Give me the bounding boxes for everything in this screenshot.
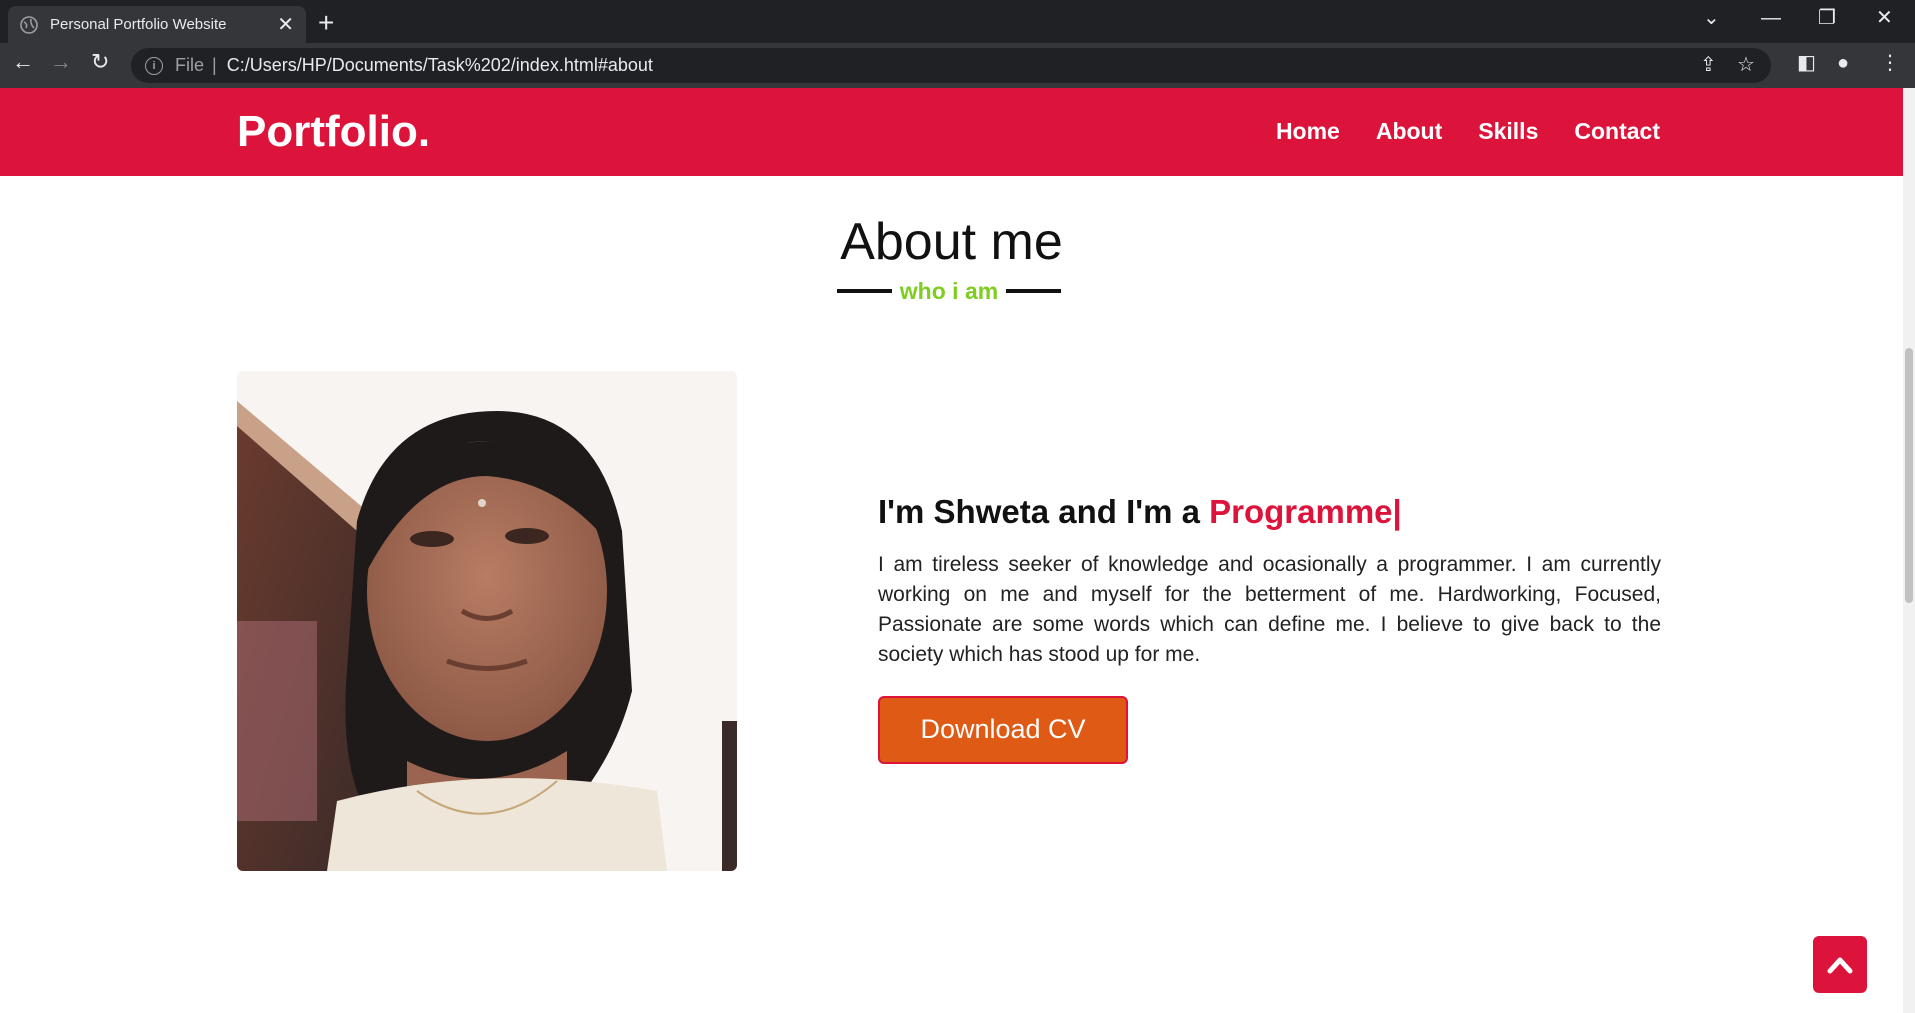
nav-about[interactable]: About — [1376, 118, 1442, 145]
site-navbar: Portfolio. Home About Skills Contact — [0, 88, 1903, 176]
section-title: About me — [840, 213, 1063, 271]
close-tab-icon[interactable]: ✕ — [277, 15, 294, 35]
heading-prefix: I'm Shweta and I'm a — [878, 493, 1210, 530]
bookmark-star-icon[interactable]: ☆ — [1737, 55, 1755, 75]
restore-icon[interactable]: ❐ — [1818, 8, 1836, 28]
nav-menu: Home About Skills Contact — [1276, 118, 1660, 145]
back-icon[interactable]: ← — [12, 51, 34, 73]
address-bar[interactable]: i File | C:/Users/HP/Documents/Task%202/… — [131, 48, 1771, 83]
close-window-icon[interactable]: ✕ — [1876, 8, 1893, 28]
scrollbar-thumb[interactable] — [1905, 348, 1913, 603]
page-viewport: Portfolio. Home About Skills Contact Abo… — [0, 88, 1903, 1013]
side-panel-icon[interactable]: ◧ — [1797, 53, 1816, 73]
browser-toolbar: ← → ↻ i File | C:/Users/HP/Documents/Tas… — [0, 43, 1915, 88]
profile-icon[interactable]: ● — [1837, 53, 1849, 73]
scroll-to-top-button[interactable] — [1813, 936, 1867, 993]
url-text[interactable]: C:/Users/HP/Documents/Task%202/index.htm… — [227, 55, 653, 76]
browser-tab[interactable]: Personal Portfolio Website ✕ — [8, 6, 306, 43]
download-cv-button[interactable]: Download CV — [878, 695, 1128, 764]
reload-icon[interactable]: ↻ — [91, 51, 109, 73]
chevron-up-icon — [1827, 957, 1853, 973]
share-icon[interactable]: ⇪ — [1700, 55, 1717, 75]
divider: | — [212, 55, 217, 75]
more-menu-icon[interactable]: ⋮ — [1880, 53, 1900, 73]
tab-search-icon[interactable]: ⌄ — [1703, 8, 1720, 28]
about-heading: I'm Shweta and I'm a Programme| — [878, 492, 1661, 532]
minimize-icon[interactable]: — — [1761, 8, 1781, 28]
nav-skills[interactable]: Skills — [1478, 118, 1538, 145]
browser-tab-strip: Personal Portfolio Website ✕ + ⌄ — ❐ ✕ — [0, 0, 1915, 43]
page-scrollbar[interactable] — [1903, 88, 1915, 1013]
new-tab-icon[interactable]: + — [318, 9, 334, 37]
subtitle-text: who i am — [899, 277, 999, 304]
divider — [1006, 289, 1062, 293]
about-content: I'm Shweta and I'm a Programme| I am tir… — [878, 492, 1661, 764]
file-label: File — [175, 55, 205, 75]
profile-photo — [237, 371, 737, 871]
info-icon[interactable]: i — [145, 56, 163, 75]
globe-icon — [20, 15, 38, 34]
typed-role: Programme| — [1209, 493, 1402, 530]
forward-icon[interactable]: → — [50, 51, 72, 73]
nav-home[interactable]: Home — [1276, 118, 1340, 145]
about-description: I am tireless seeker of knowledge and oc… — [878, 552, 1661, 666]
section-subtitle: who i am — [836, 276, 1062, 306]
nav-contact[interactable]: Contact — [1574, 118, 1660, 145]
divider — [836, 289, 892, 293]
tab-title: Personal Portfolio Website — [50, 16, 227, 33]
site-logo[interactable]: Portfolio. — [237, 107, 430, 156]
